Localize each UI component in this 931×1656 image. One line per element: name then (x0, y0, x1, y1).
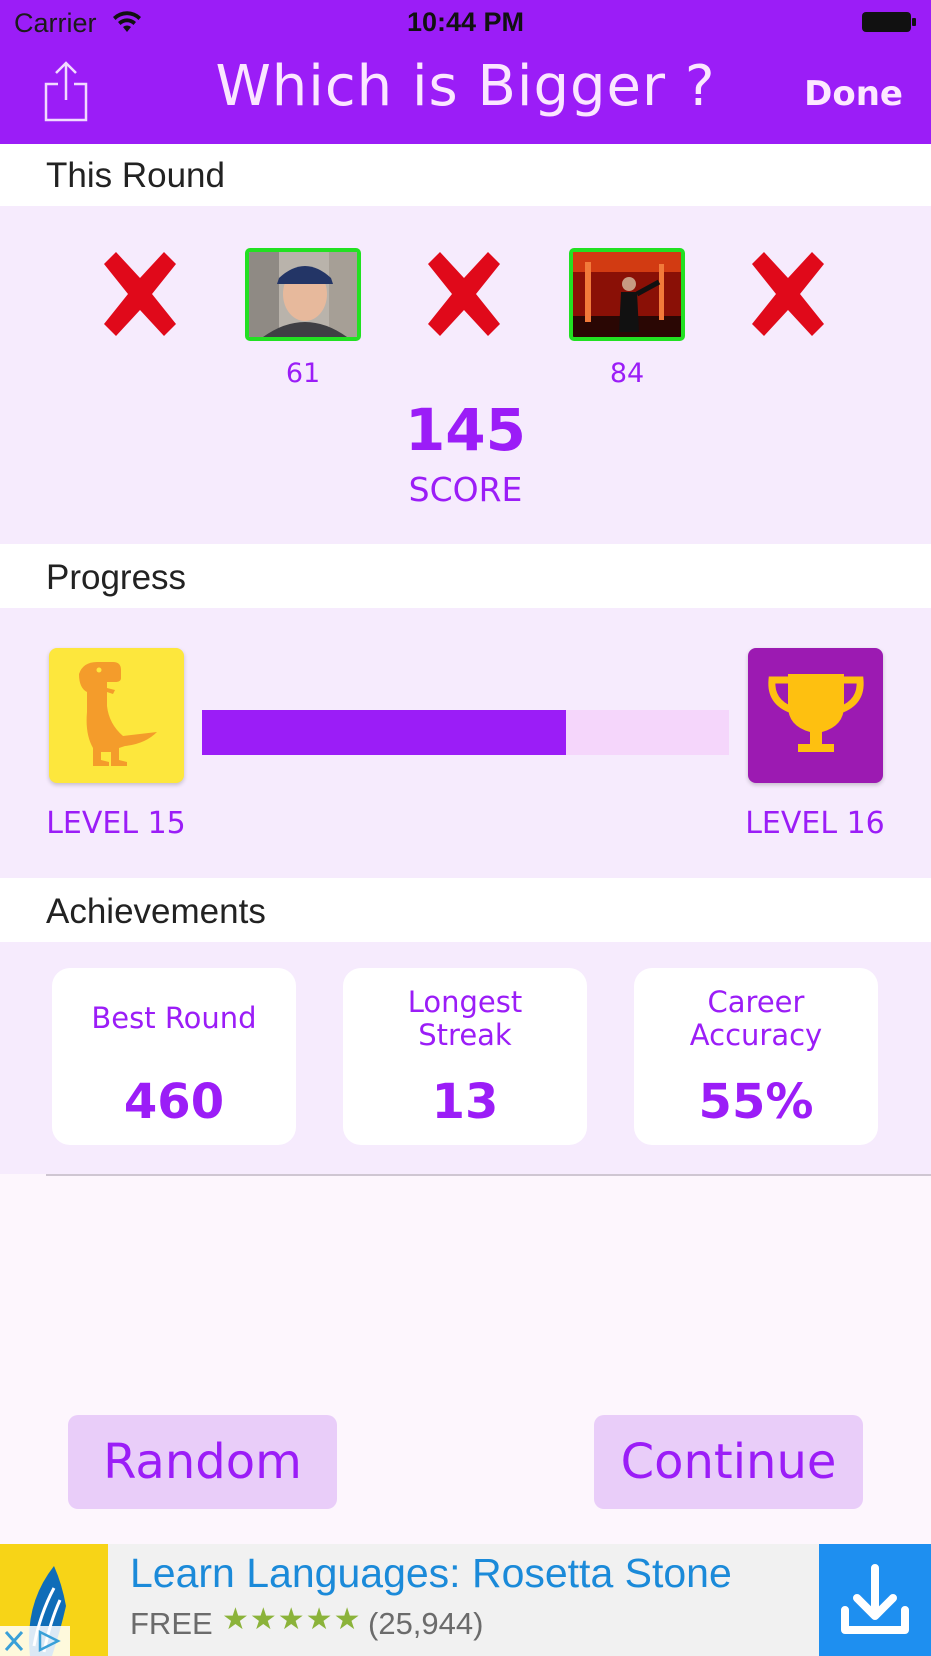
page-title: Which is Bigger ? (215, 54, 716, 119)
level-progress-bar (202, 710, 729, 755)
ad-price: FREE (130, 1606, 213, 1641)
level-progress-fill (202, 710, 566, 755)
ad-choices-icon (4, 1629, 61, 1653)
trophy-icon (768, 674, 864, 752)
ad-review-count: (25,944) (368, 1606, 484, 1641)
continue-button[interactable]: Continue (594, 1415, 863, 1509)
ad-close-button[interactable] (0, 1626, 70, 1656)
best-round-value: 460 (123, 1074, 225, 1130)
divider (46, 1174, 931, 1176)
best-round-title: Best Round (91, 1001, 257, 1035)
round-thumbnail-2[interactable] (569, 248, 685, 341)
career-accuracy-value: 55% (698, 1074, 814, 1130)
current-level-label: LEVEL 15 (46, 806, 186, 841)
battery-icon (862, 12, 916, 32)
miss-x-icon (104, 252, 176, 336)
download-icon (841, 1564, 909, 1634)
miss-x-icon (428, 252, 500, 336)
next-level-label: LEVEL 16 (745, 806, 885, 841)
navigation-bar: Carrier 10:44 PM Which is Bigger ? Done (0, 0, 931, 144)
progress-title: Progress (46, 558, 187, 597)
ad-rating-stars: ★★★★★ (222, 1602, 362, 1637)
longest-streak-card: Longest Streak 13 (343, 968, 587, 1145)
best-round-card: Best Round 460 (52, 968, 296, 1145)
current-level-tile (49, 648, 184, 783)
person-photo-icon (249, 252, 357, 337)
this-round-title: This Round (46, 156, 225, 195)
status-time: 10:44 PM (406, 7, 525, 37)
longest-streak-title: Longest Streak (407, 985, 523, 1052)
progress-header: Progress (0, 544, 931, 608)
this-round-header: This Round (0, 144, 931, 206)
concert-photo-icon (573, 252, 681, 337)
round-thumbnail-1[interactable] (245, 248, 361, 341)
random-button[interactable]: Random (68, 1415, 337, 1509)
ad-download-button[interactable] (819, 1544, 931, 1656)
achievements-header: Achievements (0, 878, 931, 942)
career-accuracy-card: Career Accuracy 55% (634, 968, 878, 1145)
miss-x-icon (752, 252, 824, 336)
career-accuracy-title: Career Accuracy (689, 985, 823, 1052)
round-score-1: 61 (285, 358, 321, 389)
dinosaur-icon (79, 662, 157, 766)
round-score-2: 84 (609, 358, 645, 389)
done-button[interactable]: Done (804, 74, 903, 114)
score-value: 145 (404, 396, 527, 464)
ad-title[interactable]: Learn Languages: Rosetta Stone (130, 1550, 732, 1597)
longest-streak-value: 13 (431, 1074, 499, 1130)
score-label: SCORE (408, 470, 523, 509)
achievements-title: Achievements (46, 892, 266, 931)
ad-banner[interactable]: Learn Languages: Rosetta Stone FREE ★★★★… (0, 1544, 931, 1656)
next-level-tile (748, 648, 883, 783)
